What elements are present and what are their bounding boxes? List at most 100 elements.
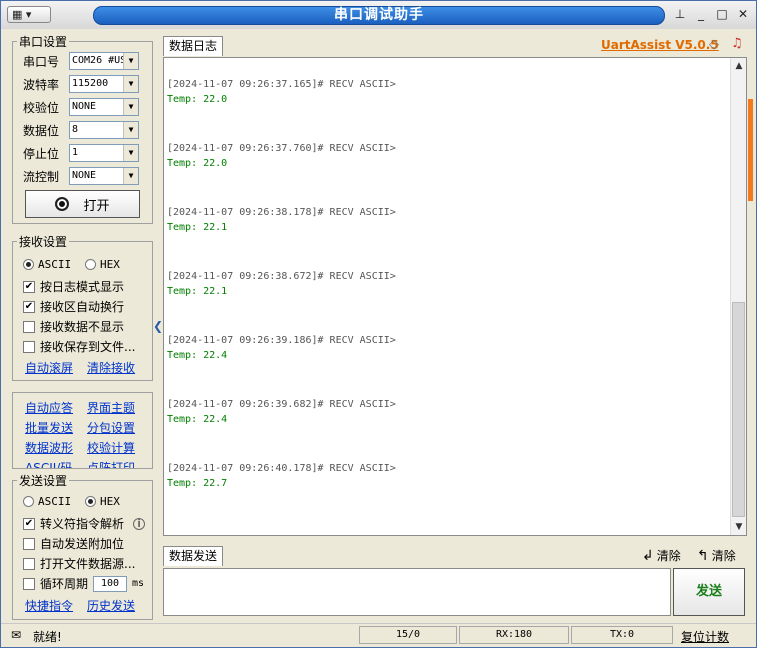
log-entry-value: Temp: 22.4 xyxy=(167,350,228,361)
data-log-area[interactable]: [2024-11-07 09:26:37.165]# RECV ASCII> Te… xyxy=(163,57,747,536)
status-bar: ✉ 就绪! 15/0 RX:180 TX:0 复位计数 xyxy=(1,623,756,647)
shortcut-link[interactable]: 快捷指令 xyxy=(25,597,73,614)
escape-parse-checkbox[interactable]: ✔ 转义符指令解析 i xyxy=(23,515,146,532)
no-display-checkbox[interactable]: 接收数据不显示 xyxy=(23,318,124,335)
serial-settings-group: 串口设置 串口号 COM26 #US ▼ 波特率 115200 ▼ 校验位 NONE… xyxy=(12,33,153,224)
cycle-input[interactable]: 100 xyxy=(93,575,128,592)
escape-parse-label: 转义符指令解析 xyxy=(40,517,125,531)
pin-icon[interactable]: ⊥ xyxy=(671,7,689,23)
auto-wrap-checkbox[interactable]: ✔ 接收区自动换行 xyxy=(23,298,124,315)
minimize-button[interactable]: _ xyxy=(692,7,710,23)
recv-hex-label: HEX xyxy=(100,258,120,271)
baud-select[interactable]: 115200 ▼ xyxy=(69,75,139,93)
log-entry-header: [2024-11-07 09:26:37.165]# RECV ASCII> xyxy=(167,79,396,90)
parity-select[interactable]: NONE ▼ xyxy=(69,98,139,116)
diamond-icon[interactable]: ◇ xyxy=(709,37,719,52)
clear-log-button[interactable]: ↰ 清除 xyxy=(697,547,736,564)
log-entry-header: [2024-11-07 09:26:38.178]# RECV ASCII> xyxy=(167,207,396,218)
port-select[interactable]: COM26 #US ▼ xyxy=(69,52,139,70)
send-button[interactable]: 发送 xyxy=(673,568,745,616)
checkmark-icon: ✔ xyxy=(23,300,35,313)
save-to-file-label: 接收保存到文件... xyxy=(40,340,136,354)
port-row: 串口号 COM26 #US ▼ xyxy=(23,52,139,70)
waveform-link[interactable]: 数据波形 xyxy=(25,439,73,456)
parity-row: 校验位 NONE ▼ xyxy=(23,98,139,116)
send-hex-option[interactable]: HEX xyxy=(85,495,120,508)
info-icon[interactable]: i xyxy=(133,517,146,530)
batch-send-link[interactable]: 批量发送 xyxy=(25,419,73,436)
scroll-thumb[interactable] xyxy=(732,302,745,517)
bell-icon[interactable]: ♫ xyxy=(731,36,743,51)
scroll-up-icon[interactable]: ▲ xyxy=(731,58,747,74)
stopbits-select[interactable]: 1 ▼ xyxy=(69,144,139,162)
status-tx: TX:0 xyxy=(571,626,673,644)
packet-settings-link[interactable]: 分包设置 xyxy=(87,419,135,436)
collapse-panel-icon[interactable]: ❮ xyxy=(153,319,163,333)
clear-send-button[interactable]: ↲ 清除 xyxy=(642,547,681,564)
open-port-button[interactable]: 打开 xyxy=(25,190,140,218)
send-settings-title: 发送设置 xyxy=(17,472,70,489)
tools-group: 自动应答 界面主题 批量发送 分包设置 数据波形 校验计算 ASCII/码 点阵… xyxy=(12,392,153,469)
status-icon: ✉ xyxy=(11,628,22,642)
open-file-label: 打开文件数据源... xyxy=(40,557,136,571)
status-counter: 15/0 xyxy=(359,626,457,644)
activity-strip xyxy=(748,99,753,201)
clear-log-label: 清除 xyxy=(711,549,736,563)
ascii-table-link[interactable]: ASCII/码 xyxy=(25,459,72,468)
recv-ascii-option[interactable]: ASCII xyxy=(23,258,71,271)
flow-row: 流控制 NONE ▼ xyxy=(23,167,139,185)
checkbox-empty-icon xyxy=(23,537,35,550)
theme-link[interactable]: 界面主题 xyxy=(87,399,135,416)
serial-settings-title: 串口设置 xyxy=(17,33,70,50)
chevron-down-icon: ▼ xyxy=(123,168,138,184)
checksum-link[interactable]: 校验计算 xyxy=(87,439,135,456)
history-link[interactable]: 历史发送 xyxy=(87,597,135,614)
chevron-down-icon: ▼ xyxy=(123,145,138,161)
recv-hex-option[interactable]: HEX xyxy=(85,258,120,271)
log-entry-value: Temp: 22.1 xyxy=(167,222,228,233)
system-menu-button[interactable]: ▦ ▾ xyxy=(7,6,51,23)
log-entry-header: [2024-11-07 09:26:39.186]# RECV ASCII> xyxy=(167,335,396,346)
log-mode-checkbox[interactable]: ✔ 按日志模式显示 xyxy=(23,278,124,295)
brand-link[interactable]: UartAssist V5.0.5 xyxy=(601,38,719,52)
stopbits-row: 停止位 1 ▼ xyxy=(23,144,139,162)
tab-data-log[interactable]: 数据日志 xyxy=(163,36,224,56)
auto-reply-link[interactable]: 自动应答 xyxy=(25,399,73,416)
log-entry-value: Temp: 22.0 xyxy=(167,94,228,105)
tab-data-send[interactable]: 数据发送 xyxy=(163,546,224,566)
chevron-down-icon: ▼ xyxy=(123,76,138,92)
window-controls: ⊥ _ □ ✕ xyxy=(671,7,752,23)
databits-label: 数据位 xyxy=(23,123,60,138)
open-file-checkbox[interactable]: 打开文件数据源... xyxy=(23,555,135,572)
auto-scroll-link[interactable]: 自动滚屏 xyxy=(25,359,73,376)
databits-row: 数据位 8 ▼ xyxy=(23,121,139,139)
record-icon xyxy=(55,197,70,211)
close-button[interactable]: ✕ xyxy=(734,7,752,23)
dot-matrix-link[interactable]: 点阵打印 xyxy=(87,459,135,468)
log-entry: [2024-11-07 09:26:38.672]# RECV ASCII> Te… xyxy=(167,271,396,297)
radio-empty-icon xyxy=(23,496,34,507)
arrow-down-left-icon: ↲ xyxy=(642,547,654,564)
baud-label: 波特率 xyxy=(23,77,60,92)
checkmark-icon: ✔ xyxy=(23,517,35,530)
chevron-down-icon: ▼ xyxy=(123,53,138,69)
log-scrollbar[interactable]: ▲ ▼ xyxy=(730,58,746,535)
log-entry: [2024-11-07 09:26:37.760]# RECV ASCII> Te… xyxy=(167,143,396,169)
log-entry-value: Temp: 22.4 xyxy=(167,414,228,425)
maximize-button[interactable]: □ xyxy=(713,7,731,23)
cycle-checkbox[interactable]: 循环周期 100 ms xyxy=(23,575,144,592)
log-entry-value: Temp: 22.0 xyxy=(167,158,228,169)
save-to-file-checkbox[interactable]: 接收保存到文件... xyxy=(23,338,135,355)
auto-append-checkbox[interactable]: 自动发送附加位 xyxy=(23,535,124,552)
log-entry: [2024-11-07 09:26:39.682]# RECV ASCII> Te… xyxy=(167,399,396,425)
send-ascii-option[interactable]: ASCII xyxy=(23,495,71,508)
databits-select[interactable]: 8 ▼ xyxy=(69,121,139,139)
reset-count-link[interactable]: 复位计数 xyxy=(681,628,729,645)
flow-select[interactable]: NONE ▼ xyxy=(69,167,139,185)
scroll-down-icon[interactable]: ▼ xyxy=(731,519,747,535)
checkbox-empty-icon xyxy=(23,320,35,333)
send-input-area[interactable] xyxy=(163,568,671,616)
clear-receive-link[interactable]: 清除接收 xyxy=(87,359,135,376)
stopbits-label: 停止位 xyxy=(23,146,60,161)
arrow-up-left-icon: ↰ xyxy=(697,547,709,564)
